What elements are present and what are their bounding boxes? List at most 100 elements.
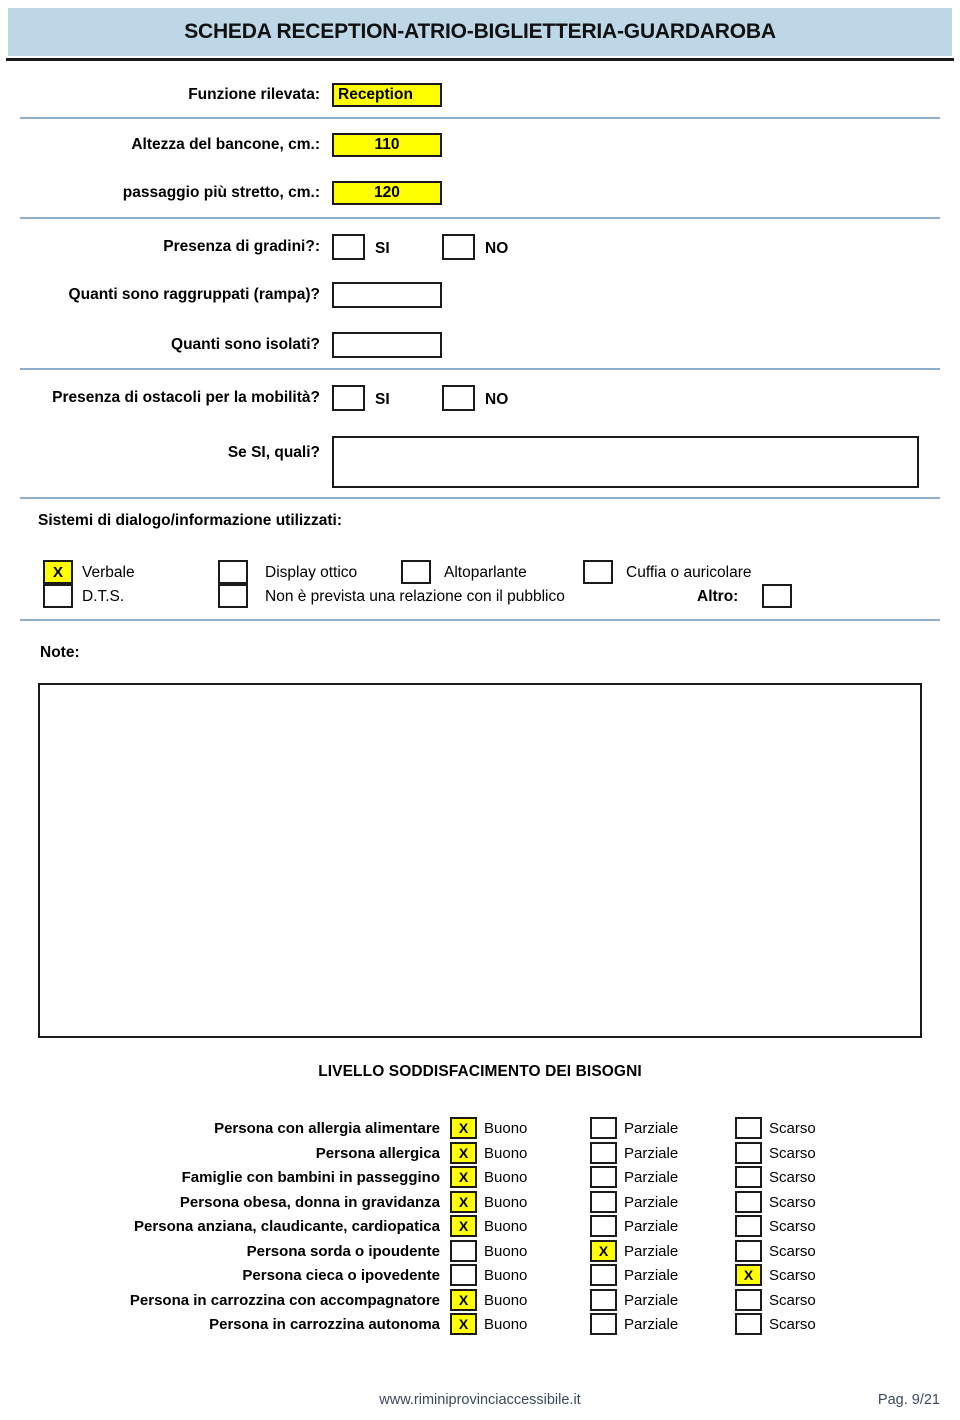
altezza-bancone-input[interactable]: 110 (332, 133, 442, 157)
sistemi-nessuna-relazione-label: Non è prevista una relazione con il pubb… (265, 588, 565, 605)
needs-checkbox-parziale[interactable] (590, 1288, 617, 1311)
needs-row-label: Persona in carrozzina con accompagnatore (129, 1291, 440, 1309)
needs-checkbox-parziale[interactable] (590, 1264, 617, 1286)
needs-checkbox-buono[interactable]: X (450, 1215, 477, 1237)
se-si-quali-input[interactable] (332, 436, 919, 488)
needs-checkbox-parziale[interactable] (590, 1313, 617, 1335)
needs-checkbox-scarso[interactable] (735, 1117, 762, 1139)
needs-option-label-parziale: Parziale (624, 1120, 679, 1137)
needs-checkbox-scarso[interactable] (735, 1190, 762, 1213)
needs-checkbox-parziale[interactable] (590, 1166, 617, 1188)
needs-checkbox-buono[interactable]: X (450, 1117, 477, 1139)
sistemi-dialogo-title: Sistemi di dialogo/informazione utilizza… (38, 512, 342, 529)
sistemi-dts-checkbox[interactable] (43, 584, 73, 608)
sistemi-verbale-label: Verbale (82, 564, 135, 581)
needs-checkbox-scarso[interactable]: X (735, 1264, 762, 1286)
needs-option-label-scarso: Scarso (769, 1193, 816, 1211)
sistemi-nessuna-relazione-checkbox[interactable] (218, 584, 248, 608)
presenza-gradini-no-label: NO (485, 240, 509, 257)
presenza-ostacoli-si-label: SI (375, 391, 390, 408)
needs-option-label-parziale: Parziale (624, 1316, 679, 1333)
altezza-bancone-label: Altezza del bancone, cm.: (131, 136, 320, 153)
needs-option-label-parziale: Parziale (624, 1242, 679, 1260)
needs-option-label-buono: Buono (484, 1144, 528, 1162)
presenza-gradini-si-checkbox[interactable] (332, 234, 365, 260)
needs-checkbox-buono[interactable]: X (450, 1190, 477, 1213)
note-textarea[interactable] (38, 683, 922, 1038)
sistemi-altro-input[interactable] (762, 584, 792, 608)
needs-option-label-scarso: Scarso (769, 1267, 816, 1284)
table-row: Persona in carrozzina con accompagnatore… (0, 1288, 960, 1313)
presenza-gradini-label: Presenza di gradini?: (163, 238, 320, 255)
needs-checkbox-parziale[interactable] (590, 1117, 617, 1139)
sistemi-altro-label: Altro: (697, 588, 739, 605)
divider-4 (20, 497, 940, 499)
sistemi-cuffia-auricolare-checkbox[interactable] (583, 560, 613, 584)
quanti-isolati-label: Quanti sono isolati? (171, 336, 320, 353)
needs-checkbox-scarso[interactable] (735, 1166, 762, 1188)
needs-checkbox-scarso[interactable] (735, 1313, 762, 1335)
needs-row-label: Persona sorda o ipoudente (246, 1242, 440, 1260)
se-si-quali-label: Se SI, quali? (227, 444, 320, 461)
quanti-isolati-input[interactable] (332, 332, 442, 358)
footer-page-number: Pag. 9/21 (877, 1392, 940, 1408)
passaggio-stretto-input[interactable]: 120 (332, 181, 442, 205)
table-row: Persona sorda o ipoudente Buono X Parziale S… (0, 1239, 960, 1264)
needs-checkbox-parziale[interactable]: X (590, 1239, 617, 1262)
needs-checkbox-parziale[interactable] (590, 1190, 617, 1213)
needs-option-label-parziale: Parziale (624, 1218, 679, 1235)
needs-option-label-buono: Buono (484, 1120, 528, 1137)
needs-checkbox-scarso[interactable] (735, 1215, 762, 1237)
table-row: Famiglie con bambini in passeggino X Buono… (0, 1166, 960, 1190)
needs-checkbox-parziale[interactable] (590, 1141, 617, 1164)
divider-1 (20, 117, 940, 119)
needs-option-label-buono: Buono (484, 1218, 528, 1235)
passaggio-stretto-label: passaggio più stretto, cm.: (122, 184, 320, 201)
sistemi-altoparlante-checkbox[interactable] (401, 560, 431, 584)
presenza-ostacoli-label: Presenza di ostacoli per la mobilità? (52, 389, 320, 406)
needs-option-label-parziale: Parziale (624, 1267, 679, 1284)
needs-option-label-buono: Buono (484, 1193, 528, 1211)
needs-option-label-scarso: Scarso (769, 1169, 816, 1186)
needs-option-label-buono: Buono (484, 1316, 528, 1333)
presenza-ostacoli-si-checkbox[interactable] (332, 385, 365, 411)
needs-option-label-buono: Buono (484, 1169, 528, 1186)
needs-option-label-scarso: Scarso (769, 1218, 816, 1235)
needs-checkbox-scarso[interactable] (735, 1141, 762, 1164)
needs-row-label: Persona obesa, donna in gravidanza (179, 1193, 440, 1211)
needs-option-label-scarso: Scarso (769, 1242, 816, 1260)
page-title: SCHEDA RECEPTION-ATRIO-BIGLIETTERIA-GUAR… (184, 20, 776, 43)
divider-3 (20, 368, 940, 370)
needs-checkbox-buono[interactable] (450, 1239, 477, 1262)
needs-option-label-buono: Buono (484, 1242, 528, 1260)
needs-checkbox-buono[interactable]: X (450, 1141, 477, 1164)
needs-checkbox-buono[interactable]: X (450, 1313, 477, 1335)
needs-checkbox-scarso[interactable] (735, 1288, 762, 1311)
note-label: Note: (40, 644, 80, 661)
presenza-ostacoli-no-checkbox[interactable] (442, 385, 475, 411)
needs-option-label-scarso: Scarso (769, 1316, 816, 1333)
needs-option-label-parziale: Parziale (624, 1144, 679, 1162)
presenza-ostacoli-no-label: NO (485, 391, 509, 408)
sistemi-verbale-checkbox[interactable]: X (43, 560, 73, 584)
sistemi-dts-label: D.T.S. (82, 588, 125, 605)
table-row: Persona cieca o ipovedente Buono Parziale X… (0, 1264, 960, 1288)
needs-checkbox-buono[interactable]: X (450, 1166, 477, 1188)
presenza-gradini-si-label: SI (375, 240, 390, 257)
divider-5 (20, 619, 940, 621)
needs-checkbox-scarso[interactable] (735, 1239, 762, 1262)
needs-checkbox-parziale[interactable] (590, 1215, 617, 1237)
sistemi-display-ottico-checkbox[interactable] (218, 560, 248, 584)
funzione-rilevata-label: Funzione rilevata: (188, 86, 320, 103)
divider-2 (20, 217, 940, 219)
needs-option-label-parziale: Parziale (624, 1169, 679, 1186)
needs-row-label: Persona anziana, claudicante, cardiopati… (134, 1218, 440, 1235)
needs-option-label-scarso: Scarso (769, 1144, 816, 1162)
table-row: Persona obesa, donna in gravidanza X Buono… (0, 1190, 960, 1215)
presenza-gradini-no-checkbox[interactable] (442, 234, 475, 260)
needs-checkbox-buono[interactable]: X (450, 1288, 477, 1311)
needs-checkbox-buono[interactable] (450, 1264, 477, 1286)
quanti-raggruppati-input[interactable] (332, 282, 442, 308)
funzione-rilevata-input[interactable]: Reception (332, 83, 442, 107)
sistemi-display-ottico-label: Display ottico (265, 564, 358, 581)
